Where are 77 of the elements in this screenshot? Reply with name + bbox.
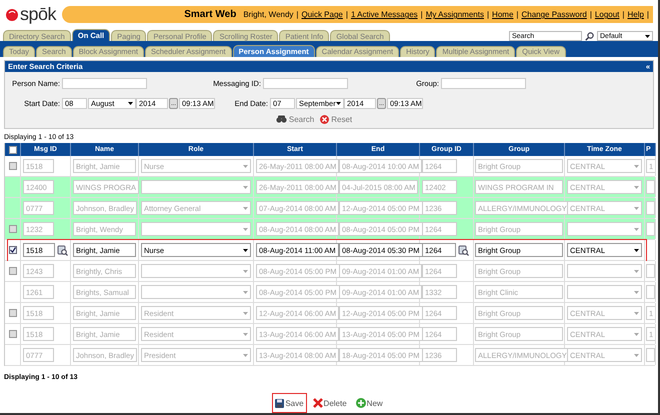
dropdown-caret-icon [634, 354, 639, 357]
dropdown-caret-icon [243, 206, 248, 210]
dropdown-caret-icon [243, 186, 248, 189]
dropdown-caret-icon [634, 312, 639, 315]
lookup-icon[interactable] [57, 244, 68, 256]
select-all-checkbox[interactable] [8, 146, 16, 154]
dropdown-caret-icon [634, 248, 639, 252]
dropdown-caret-icon [243, 354, 248, 357]
app-title: Smart Web [184, 9, 236, 20]
table-field[interactable] [646, 222, 655, 236]
group-field[interactable] [441, 78, 526, 90]
table-field[interactable] [646, 201, 655, 216]
header-link[interactable]: Help [627, 10, 644, 20]
row-checkbox[interactable] [8, 267, 16, 276]
dropdown-caret-icon [634, 270, 639, 273]
role-dropdown[interactable] [141, 222, 251, 236]
separator: | [420, 10, 423, 20]
reset-button[interactable]: Reset [320, 114, 352, 124]
row-checkbox[interactable] [8, 162, 16, 170]
person-name-field[interactable] [62, 78, 147, 90]
delete-button[interactable]: Delete [310, 393, 350, 413]
header-link[interactable]: Change Password [521, 10, 587, 20]
dropdown-caret-icon [243, 164, 248, 168]
header-link[interactable]: Home [492, 10, 514, 20]
separator: | [486, 10, 490, 20]
dropdown-caret-icon [243, 290, 248, 294]
separator: | [516, 10, 518, 20]
row-checkbox[interactable] [8, 330, 16, 338]
add-icon [356, 398, 366, 408]
new-button[interactable]: New [352, 393, 386, 413]
dropdown-caret-icon [634, 332, 639, 336]
cancel-icon [320, 114, 330, 124]
time-zone-dropdown[interactable] [567, 285, 642, 300]
dropdown-caret-icon [243, 332, 248, 336]
header-link[interactable]: 1 Active Messages [350, 10, 418, 20]
header-link[interactable]: Logout [594, 10, 620, 20]
separator: | [590, 10, 592, 20]
dropdown-caret-icon [128, 102, 133, 106]
row-checkbox[interactable] [8, 309, 16, 318]
dropdown-caret-icon [336, 102, 341, 106]
lookup-icon[interactable] [458, 244, 469, 256]
dropdown-caret-icon [634, 206, 639, 210]
user-name: Bright, Wendy [243, 10, 294, 20]
search-button[interactable]: Search [276, 114, 314, 124]
header-link[interactable]: Quick Page [302, 10, 343, 20]
row-checkbox[interactable] [8, 225, 16, 234]
time-zone-dropdown[interactable] [567, 222, 642, 236]
separator: | [646, 10, 649, 20]
role-dropdown[interactable] [141, 285, 251, 300]
search-icon[interactable] [585, 32, 594, 41]
separator: | [346, 10, 348, 20]
role-dropdown[interactable] [141, 264, 251, 278]
separator: | [296, 10, 298, 20]
dropdown-caret-icon [645, 34, 650, 38]
table-field[interactable] [646, 348, 655, 362]
messaging-id-field[interactable] [263, 78, 348, 90]
binoculars-icon [276, 115, 287, 124]
row-checkbox[interactable] [8, 246, 16, 254]
dropdown-caret-icon [634, 228, 639, 231]
delete-icon [312, 398, 323, 408]
dropdown-caret-icon [243, 312, 248, 315]
time-zone-dropdown[interactable] [567, 264, 642, 278]
logo-icon [6, 8, 18, 21]
table-field[interactable] [646, 264, 655, 278]
dropdown-caret-icon [243, 228, 248, 231]
dropdown-caret-icon [243, 248, 248, 252]
header-link[interactable]: My Assignments [426, 10, 484, 20]
separator: | [622, 10, 624, 20]
save-button[interactable]: Save [272, 393, 307, 413]
role-dropdown[interactable] [141, 180, 251, 194]
dropdown-caret-icon [634, 186, 639, 189]
table-field[interactable] [646, 180, 655, 194]
table-field[interactable] [646, 285, 655, 300]
dropdown-caret-icon [634, 164, 639, 168]
logo-text: spōk [20, 4, 56, 26]
dropdown-caret-icon [243, 270, 248, 273]
dropdown-caret-icon [634, 290, 639, 294]
